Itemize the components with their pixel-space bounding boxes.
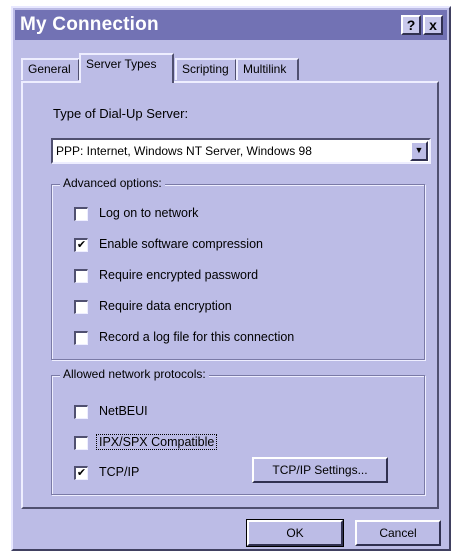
server-types-panel: Type of Dial-Up Server: PPP: Internet, W…: [21, 81, 439, 509]
protocols-title: Allowed network protocols:: [60, 367, 209, 381]
ok-button[interactable]: OK: [246, 519, 344, 547]
advanced-options-group: Advanced options: Log on to network ✔ En…: [51, 176, 425, 360]
checkbox[interactable]: [74, 269, 88, 283]
checkbox[interactable]: [74, 207, 88, 221]
checkbox-label: NetBEUI: [99, 404, 148, 418]
tab-scripting[interactable]: Scripting: [175, 58, 237, 80]
server-type-label: Type of Dial-Up Server:: [53, 106, 189, 121]
tab-general[interactable]: General: [21, 58, 80, 80]
checkbox-checked[interactable]: ✔: [74, 238, 88, 252]
server-type-value: PPP: Internet, Windows NT Server, Window…: [56, 144, 312, 158]
advanced-options-title: Advanced options:: [60, 176, 165, 190]
connection-dialog: My Connection ? x General Server Types S…: [11, 6, 451, 551]
checkbox[interactable]: [74, 331, 88, 345]
checkbox-label: TCP/IP: [99, 465, 140, 479]
tab-server-types[interactable]: Server Types: [79, 53, 174, 83]
server-type-dropdown[interactable]: PPP: Internet, Windows NT Server, Window…: [51, 138, 431, 164]
checkbox-label: Enable software compression: [99, 237, 263, 251]
checkbox-label: Log on to network: [99, 206, 199, 220]
tcpip-settings-button[interactable]: TCP/IP Settings...: [252, 457, 388, 483]
checkbox[interactable]: [74, 436, 88, 450]
checkbox-checked[interactable]: ✔: [74, 466, 88, 480]
checkmark-icon: ✔: [76, 467, 87, 479]
checkbox-label: Record a log file for this connection: [99, 330, 295, 344]
tab-multilink[interactable]: Multilink: [236, 58, 299, 80]
checkbox[interactable]: [74, 300, 88, 314]
dropdown-arrow-icon[interactable]: ▼: [410, 141, 428, 161]
checkbox-label: Require data encryption: [99, 299, 232, 313]
checkmark-icon: ✔: [76, 239, 87, 251]
checkbox-label: IPX/SPX Compatible: [95, 434, 218, 450]
protocols-group: Allowed network protocols: NetBEUI IPX/S…: [51, 367, 425, 495]
checkbox[interactable]: [74, 405, 88, 419]
window-title: My Connection: [20, 14, 159, 35]
checkbox-label: Require encrypted password: [99, 268, 259, 282]
help-button[interactable]: ?: [401, 15, 421, 35]
title-bar[interactable]: My Connection ? x: [15, 10, 447, 40]
close-button[interactable]: x: [423, 15, 443, 35]
cancel-button[interactable]: Cancel: [355, 520, 441, 546]
